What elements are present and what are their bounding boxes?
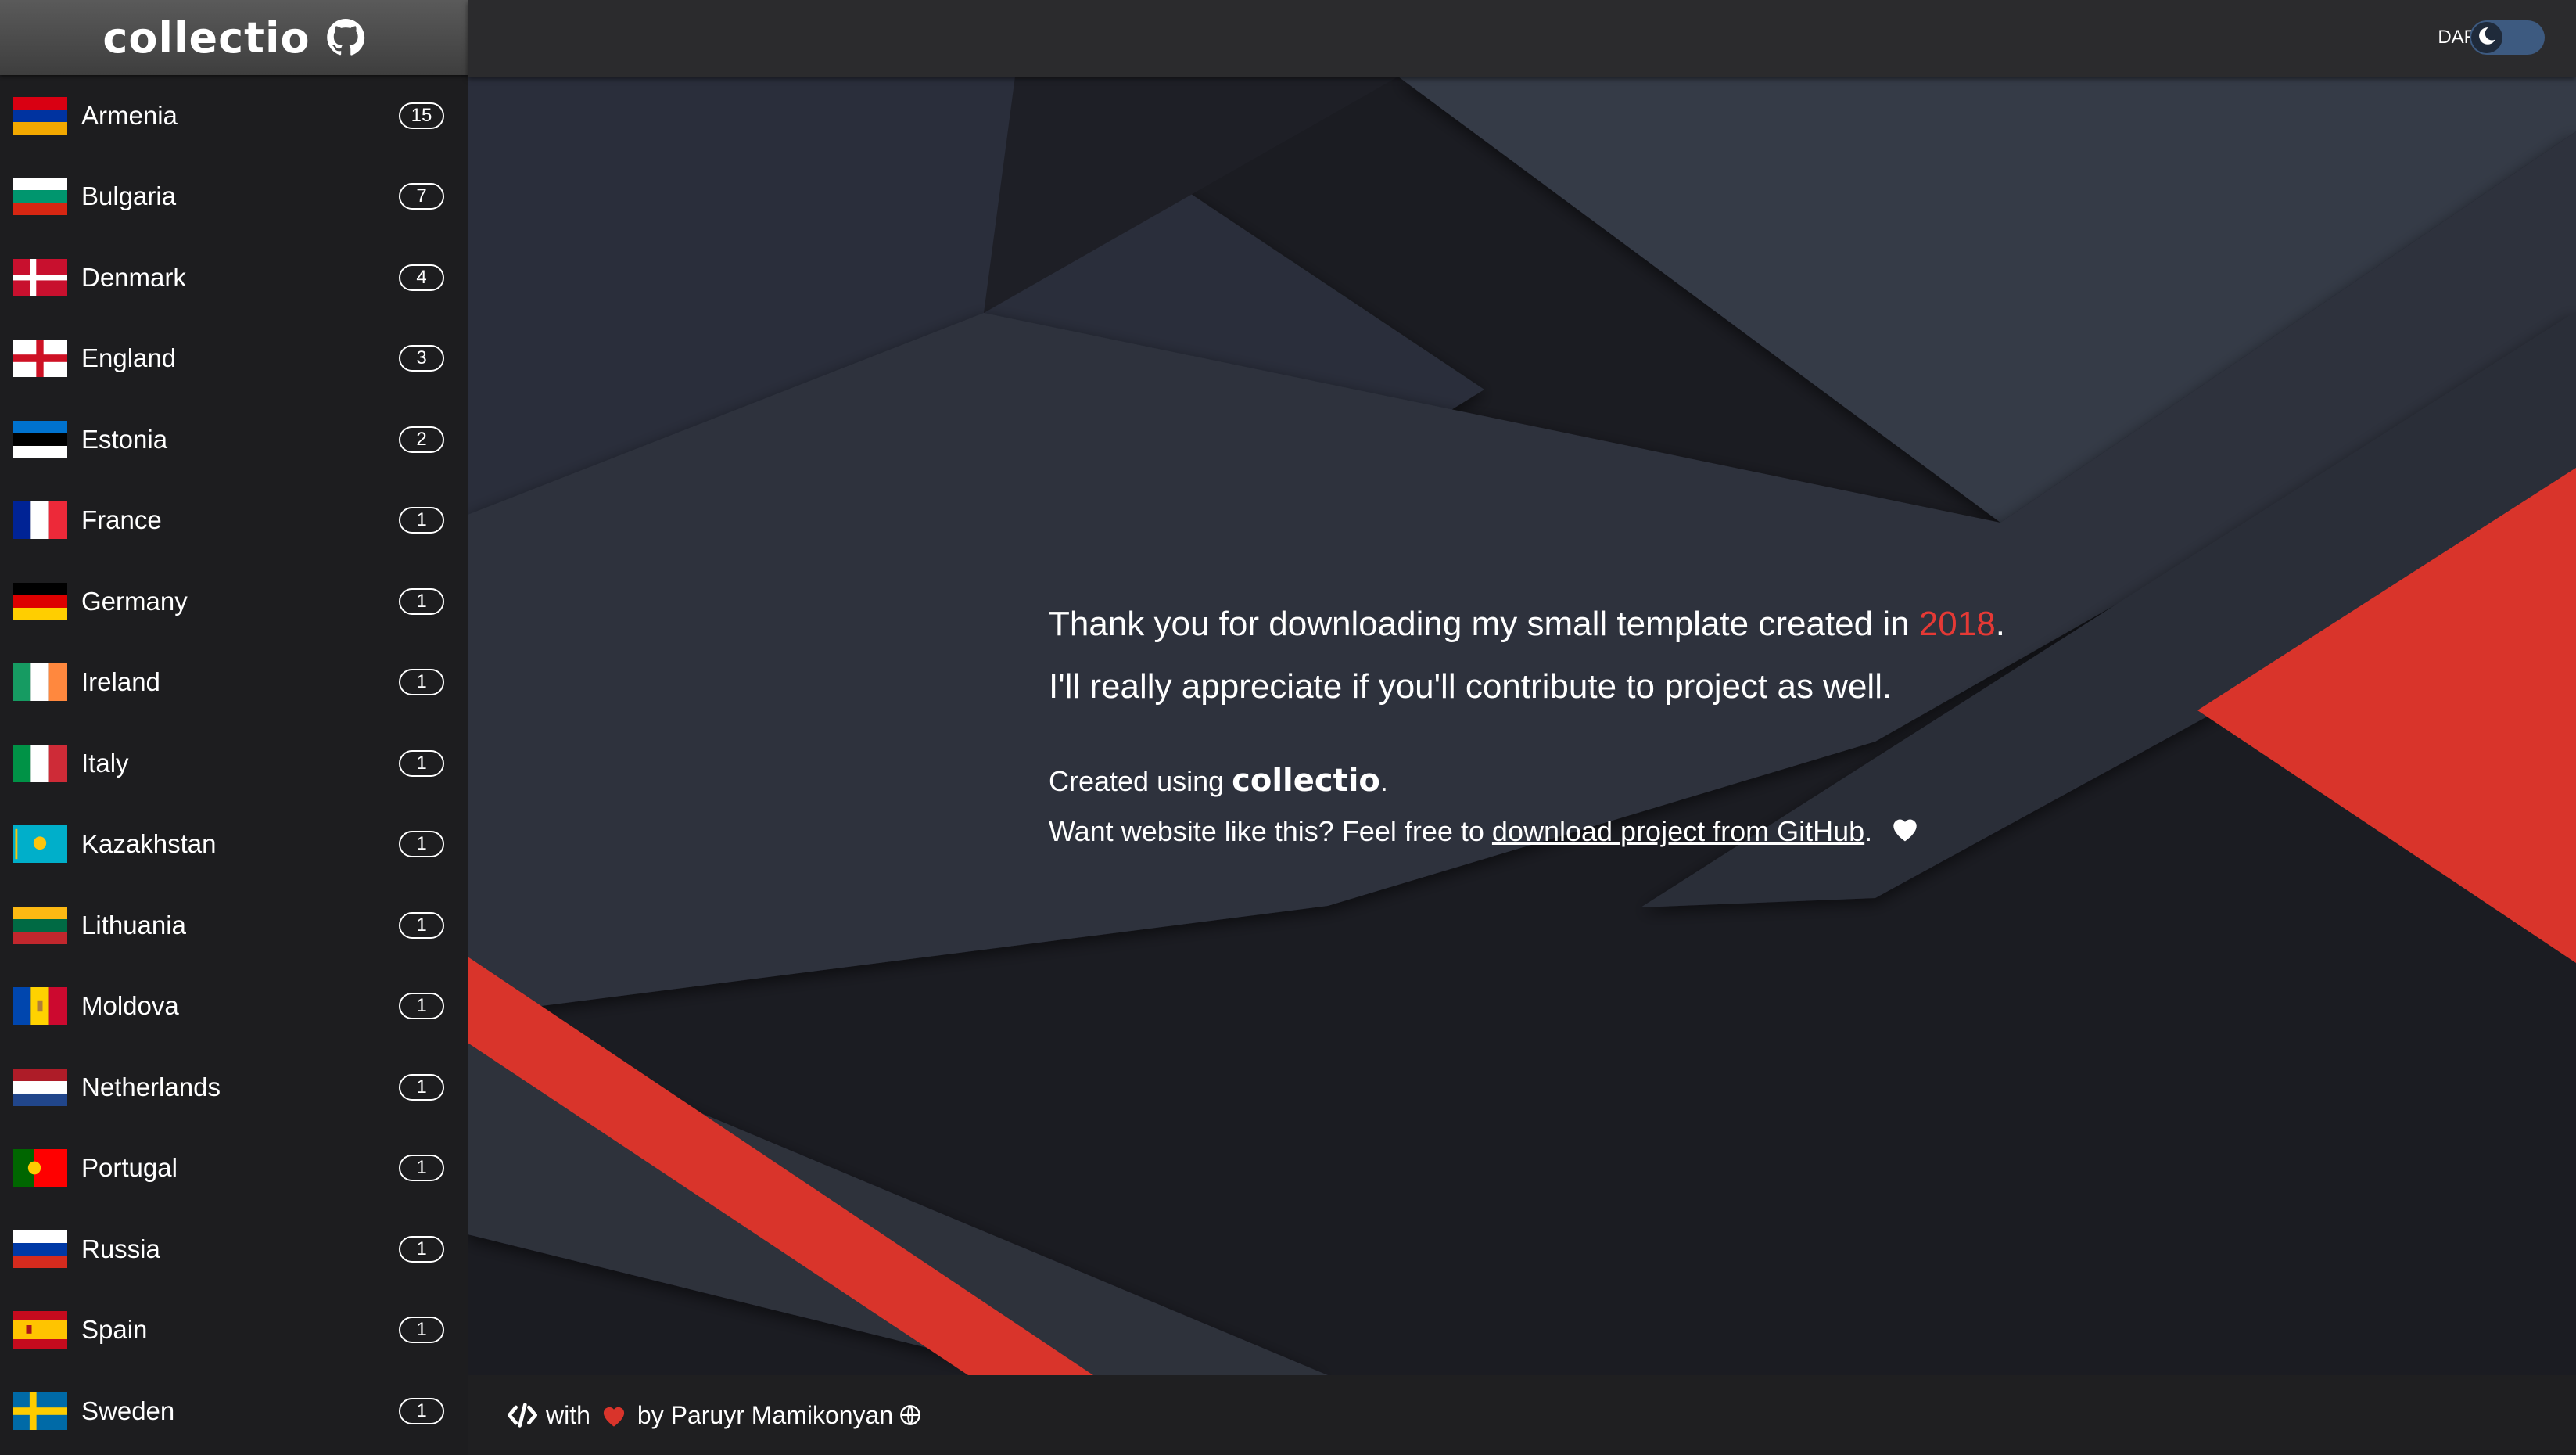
github-download-link[interactable]: download project from GitHub bbox=[1492, 815, 1864, 847]
period: . bbox=[1864, 815, 1873, 847]
country-item-france[interactable]: France 1 bbox=[0, 480, 468, 562]
portugal-flag-icon bbox=[13, 1149, 67, 1187]
country-item-sweden[interactable]: Sweden 1 bbox=[0, 1371, 468, 1452]
app-logo[interactable]: collectio bbox=[102, 13, 310, 63]
country-name: Lithuania bbox=[81, 910, 186, 939]
sidebar: collectio Armenia 15 Bulgaria 7 Denmark … bbox=[0, 0, 468, 1455]
created-line: Created using collectio. bbox=[1049, 756, 2144, 807]
count-badge: 15 bbox=[399, 102, 444, 129]
code-icon bbox=[507, 1402, 538, 1428]
footer-author: by Paruyr Mamikonyan bbox=[637, 1400, 894, 1429]
count-badge: 1 bbox=[399, 1317, 444, 1344]
country-item-portugal[interactable]: Portugal 1 bbox=[0, 1128, 468, 1209]
ireland-flag-icon bbox=[13, 663, 67, 702]
download-line: Want website like this? Feel free to dow… bbox=[1049, 807, 2144, 858]
heart-icon bbox=[600, 1403, 628, 1428]
sweden-flag-icon bbox=[13, 1392, 67, 1430]
count-badge: 1 bbox=[399, 831, 444, 858]
france-flag-icon bbox=[13, 501, 67, 540]
country-item-germany[interactable]: Germany 1 bbox=[0, 561, 468, 642]
heart-icon bbox=[1889, 808, 1921, 858]
footer-with: with bbox=[546, 1400, 590, 1429]
count-badge: 7 bbox=[399, 183, 444, 210]
count-badge: 1 bbox=[399, 993, 444, 1020]
count-badge: 1 bbox=[399, 749, 444, 777]
country-item-italy[interactable]: Italy 1 bbox=[0, 723, 468, 804]
country-item-kazakhstan[interactable]: Kazakhstan 1 bbox=[0, 804, 468, 886]
denmark-flag-icon bbox=[13, 258, 67, 296]
period: . bbox=[1995, 605, 2005, 643]
country-name: Sweden bbox=[81, 1396, 175, 1425]
country-name: Ireland bbox=[81, 667, 160, 697]
message-block: Thank you for downloading my small templ… bbox=[1049, 593, 2144, 858]
github-icon[interactable] bbox=[326, 18, 365, 57]
country-name: Bulgaria bbox=[81, 181, 177, 211]
country-name: Spain bbox=[81, 1315, 148, 1345]
thanks-line: Thank you for downloading my small templ… bbox=[1049, 593, 2144, 656]
kazakhstan-flag-icon bbox=[13, 825, 67, 864]
country-item-ireland[interactable]: Ireland 1 bbox=[0, 642, 468, 724]
top-bar: DARK bbox=[468, 0, 2576, 77]
italy-flag-icon bbox=[13, 744, 67, 782]
count-badge: 4 bbox=[399, 264, 444, 291]
toggle-knob bbox=[2471, 22, 2502, 53]
netherlands-flag-icon bbox=[13, 1068, 67, 1106]
count-badge: 1 bbox=[399, 1397, 444, 1424]
moon-icon bbox=[2477, 26, 2497, 50]
country-name: Denmark bbox=[81, 262, 186, 292]
count-badge: 1 bbox=[399, 587, 444, 615]
country-item-estonia[interactable]: Estonia 2 bbox=[0, 399, 468, 480]
period: . bbox=[1379, 765, 1388, 797]
count-badge: 1 bbox=[399, 1235, 444, 1263]
country-item-russia[interactable]: Russia 1 bbox=[0, 1209, 468, 1290]
country-item-england[interactable]: England 3 bbox=[0, 318, 468, 400]
estonia-flag-icon bbox=[13, 420, 67, 458]
logo-bar: collectio bbox=[0, 0, 468, 75]
russia-flag-icon bbox=[13, 1230, 67, 1268]
main-content: Thank you for downloading my small templ… bbox=[468, 77, 2576, 1375]
country-name: Portugal bbox=[81, 1153, 178, 1183]
count-badge: 1 bbox=[399, 1073, 444, 1101]
footer: with by Paruyr Mamikonyan bbox=[468, 1375, 2576, 1455]
country-name: Moldova bbox=[81, 991, 179, 1021]
count-badge: 3 bbox=[399, 345, 444, 372]
bulgaria-flag-icon bbox=[13, 178, 67, 216]
count-badge: 2 bbox=[399, 426, 444, 453]
country-item-armenia[interactable]: Armenia 15 bbox=[0, 75, 468, 156]
count-badge: 1 bbox=[399, 911, 444, 939]
germany-flag-icon bbox=[13, 582, 67, 620]
moldova-flag-icon bbox=[13, 987, 67, 1026]
country-name: Armenia bbox=[81, 100, 178, 130]
country-name: Germany bbox=[81, 586, 188, 616]
country-item-moldova[interactable]: Moldova 1 bbox=[0, 966, 468, 1047]
country-item-denmark[interactable]: Denmark 4 bbox=[0, 237, 468, 318]
globe-icon[interactable] bbox=[899, 1404, 921, 1426]
armenia-flag-icon bbox=[13, 96, 67, 135]
country-name: Italy bbox=[81, 748, 129, 778]
country-item-netherlands[interactable]: Netherlands 1 bbox=[0, 1047, 468, 1128]
contribute-line: I'll really appreciate if you'll contrib… bbox=[1049, 667, 1893, 706]
spain-flag-icon bbox=[13, 1311, 67, 1349]
want-text: Want website like this? Feel free to bbox=[1049, 815, 1492, 847]
year: 2018 bbox=[1918, 605, 1996, 643]
created-text: Created using bbox=[1049, 765, 1232, 797]
country-list: Armenia 15 Bulgaria 7 Denmark 4 England … bbox=[0, 75, 468, 1452]
country-item-spain[interactable]: Spain 1 bbox=[0, 1290, 468, 1371]
country-item-bulgaria[interactable]: Bulgaria 7 bbox=[0, 156, 468, 238]
dark-mode-toggle[interactable] bbox=[2470, 20, 2545, 55]
england-flag-icon bbox=[13, 340, 67, 378]
count-badge: 1 bbox=[399, 507, 444, 534]
count-badge: 1 bbox=[399, 1155, 444, 1182]
country-name: Russia bbox=[81, 1234, 160, 1263]
thanks-text: Thank you for downloading my small templ… bbox=[1049, 605, 1919, 643]
country-name: Kazakhstan bbox=[81, 829, 217, 859]
country-name: Netherlands bbox=[81, 1072, 221, 1101]
lithuania-flag-icon bbox=[13, 906, 67, 944]
created-brand: collectio bbox=[1232, 763, 1380, 799]
count-badge: 1 bbox=[399, 669, 444, 696]
country-name: France bbox=[81, 505, 162, 535]
country-item-lithuania[interactable]: Lithuania 1 bbox=[0, 885, 468, 966]
country-name: Estonia bbox=[81, 424, 168, 454]
country-name: England bbox=[81, 343, 177, 373]
